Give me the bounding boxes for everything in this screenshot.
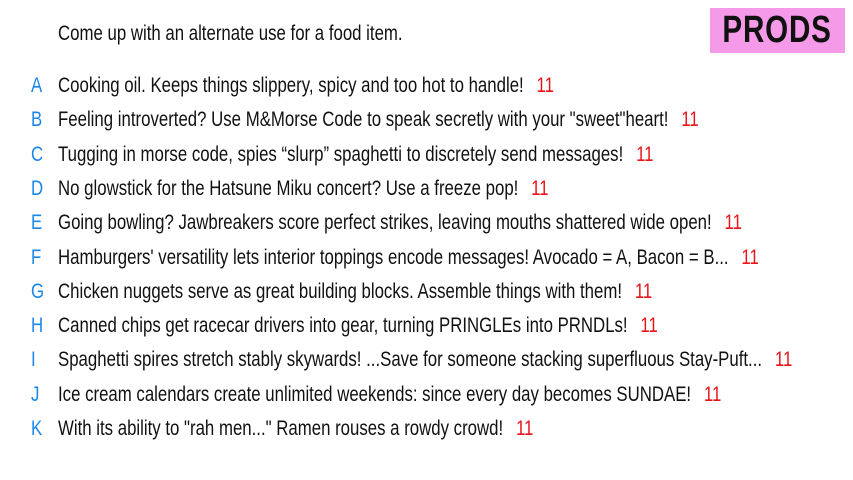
answer-text: Going bowling? Jawbreakers score perfect…	[58, 211, 712, 235]
answer-letter: E	[31, 211, 43, 235]
answer-letter: A	[31, 74, 43, 97]
answer-text: Cooking oil. Keeps things slippery, spic…	[58, 74, 524, 97]
answer-letter: G	[31, 279, 45, 303]
answer-line: Canned chips get racecar drivers into ge…	[58, 314, 658, 338]
answer-score: 11	[640, 314, 658, 338]
answer-score: 11	[536, 74, 554, 97]
answer-line: Tugging in morse code, spies “slurp” spa…	[58, 143, 654, 167]
answer-letter: C	[31, 142, 44, 166]
answer-score: 11	[531, 176, 549, 200]
answer-letter: D	[31, 176, 44, 200]
answer-row: C Tugging in morse code, spies “slurp” sp…	[0, 143, 853, 173]
answer-score: 11	[515, 417, 534, 440]
answer-text: Feeling introverted? Use M&Morse Code to…	[58, 108, 669, 132]
answer-row: D No glowstick for the Hatsune Miku conce…	[0, 177, 853, 207]
answer-score: 11	[634, 279, 653, 303]
answer-line: Chicken nuggets serve as great building …	[58, 280, 652, 304]
answer-row: E Going bowling? Jawbreakers score perfec…	[0, 211, 853, 241]
answer-line: Feeling introverted? Use M&Morse Code to…	[58, 108, 699, 132]
answer-line: Spaghetti spires stretch stably skywards…	[58, 348, 792, 372]
answer-score: 11	[774, 348, 793, 372]
answer-letter: H	[31, 314, 44, 338]
answer-text: Chicken nuggets serve as great building …	[58, 279, 623, 303]
answer-line: No glowstick for the Hatsune Miku concer…	[58, 177, 549, 201]
answer-letter: B	[31, 108, 43, 132]
answer-text: Hamburgers' versatility lets interior to…	[58, 245, 729, 269]
answer-text: With its ability to "rah men..." Ramen r…	[58, 417, 504, 440]
answer-score: 11	[681, 108, 699, 132]
answer-text: Spaghetti spires stretch stably skywards…	[58, 348, 763, 372]
prods-badge: PRODS	[710, 8, 845, 53]
answer-letter: I	[31, 348, 36, 372]
answer-row: A Cooking oil. Keeps things slippery, spi…	[0, 74, 853, 104]
answer-row: G Chicken nuggets serve as great building…	[0, 280, 853, 310]
answer-text: Ice cream calendars create unlimited wee…	[58, 382, 692, 406]
answer-score: 11	[703, 382, 722, 406]
answer-row: B Feeling introverted? Use M&Morse Code t…	[0, 108, 853, 138]
answer-line: Hamburgers' versatility lets interior to…	[58, 246, 759, 270]
answer-text: No glowstick for the Hatsune Miku concer…	[58, 176, 519, 200]
answer-row: H Canned chips get racecar drivers into g…	[0, 314, 853, 344]
answer-row: I Spaghetti spires stretch stably skyward…	[0, 348, 853, 378]
answer-row: K With its ability to "rah men..." Ramen …	[0, 417, 853, 447]
answer-line: Going bowling? Jawbreakers score perfect…	[58, 211, 742, 235]
answer-line: Ice cream calendars create unlimited wee…	[58, 383, 721, 407]
answer-score: 11	[636, 142, 654, 166]
answer-text: Canned chips get racecar drivers into ge…	[58, 314, 628, 338]
answer-score: 11	[741, 245, 759, 269]
badge-label: PRODS	[722, 9, 833, 51]
answer-row: J Ice cream calendars create unlimited we…	[0, 383, 853, 413]
answer-letter: F	[31, 245, 42, 269]
answer-text: Tugging in morse code, spies “slurp” spa…	[58, 142, 624, 166]
answer-letter: J	[31, 382, 40, 406]
answer-row: F Hamburgers' versatility lets interior t…	[0, 246, 853, 276]
answer-letter: K	[31, 417, 43, 440]
answer-line: With its ability to "rah men..." Ramen r…	[58, 417, 533, 441]
answer-line: Cooking oil. Keeps things slippery, spic…	[58, 74, 554, 98]
answer-score: 11	[724, 211, 742, 235]
prompt-text: Come up with an alternate use for a food…	[58, 22, 403, 45]
